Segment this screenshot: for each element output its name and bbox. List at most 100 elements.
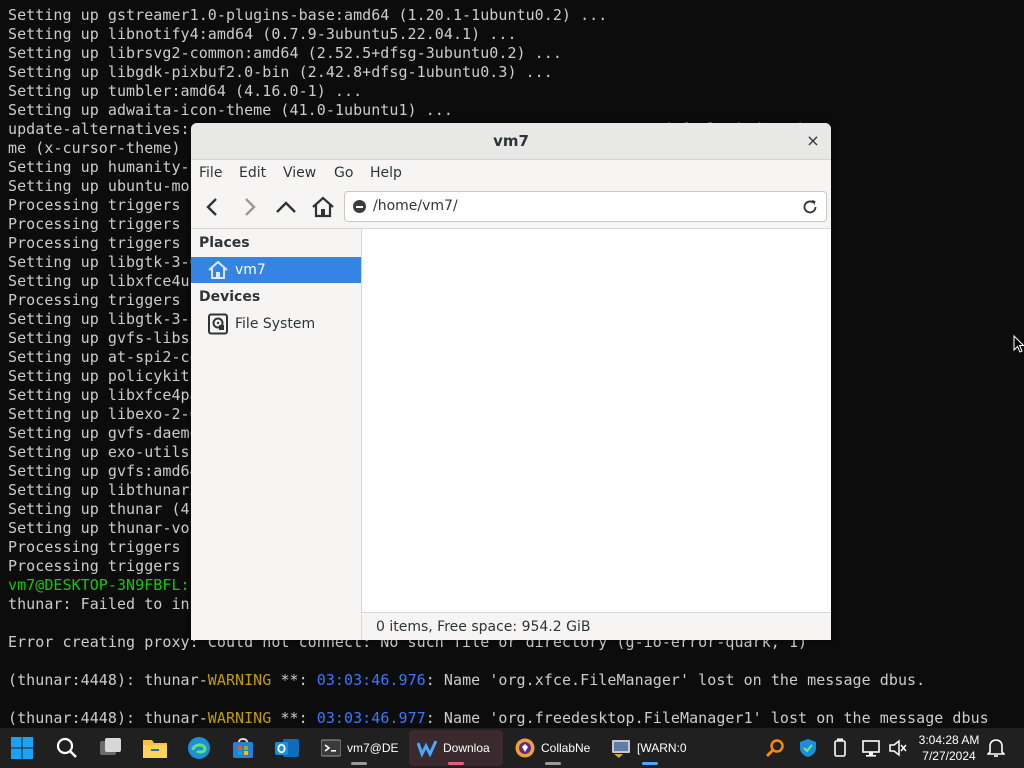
tray-volume[interactable]	[880, 732, 916, 764]
sidebar-item-file-system[interactable]: File System	[191, 311, 361, 337]
windsurf-icon	[417, 740, 437, 758]
running-indicator	[545, 762, 561, 765]
terminal-text: Setting up humanity-i	[8, 158, 199, 176]
taskbar-app-windsurf[interactable]: Downloa	[409, 730, 503, 766]
terminal-text: Setting up gstreamer1.0-plugins-base:amd…	[8, 6, 608, 24]
task-view-button[interactable]	[93, 732, 129, 764]
menu-edit[interactable]: Edit	[239, 160, 266, 186]
terminal-text: Processing triggers f	[8, 234, 199, 252]
sidebar: Places vm7 Devices File System	[191, 229, 362, 640]
terminal-text: Setting up gvfs:amd64	[8, 462, 199, 480]
outlook-icon	[275, 739, 299, 757]
terminal-line: Setting up thunar (4.	[8, 500, 199, 519]
notifications-button[interactable]	[980, 732, 1012, 764]
taskbar-app-label: Downloa	[443, 741, 490, 755]
task-view-icon	[100, 738, 121, 755]
tray-security[interactable]	[790, 732, 826, 764]
terminal-line: Setting up tumbler:amd64 (4.16.0-1) ...	[8, 82, 362, 101]
sidebar-item-label: File System	[235, 316, 316, 332]
terminal-text: Setting up gvfs-libs:	[8, 329, 199, 347]
terminal-text: Setting up libxfce4ui	[8, 272, 199, 290]
tray-search-app[interactable]	[757, 732, 793, 764]
terminal-text: **:	[271, 709, 317, 727]
terminal-text: Setting up adwaita-icon-theme (41.0-1ubu…	[8, 101, 453, 119]
taskbar: vm7@DE Downloa CollabNe [WARN:0 3:04:28 …	[0, 728, 1024, 768]
shield-icon	[800, 739, 816, 757]
terminal-icon	[321, 739, 341, 757]
terminal-line: me (x-cursor-theme) ...	[8, 139, 217, 158]
terminal-line: Setting up thunar-vol	[8, 519, 199, 538]
magnifier-orange-icon	[766, 739, 784, 757]
search-icon	[56, 737, 77, 758]
terminal-text: WARNING	[207, 709, 272, 727]
terminal-line: Setting up gstreamer1.0-plugins-base:amd…	[8, 6, 607, 25]
taskbar-app-label: CollabNe	[541, 741, 591, 755]
drive-icon	[208, 313, 228, 335]
mouse-cursor-icon	[1013, 335, 1024, 353]
file-manager-window: vm7 × File Edit View Go Help Places	[191, 123, 831, 640]
terminal-text: me (x-cursor-theme) ...	[8, 139, 217, 157]
sidebar-item-home[interactable]: vm7	[191, 257, 361, 283]
menu-help[interactable]: Help	[370, 160, 402, 186]
x11-app-icon	[612, 740, 630, 758]
outlook-button[interactable]	[269, 732, 305, 764]
taskbar-app-label: vm7@DE	[347, 741, 399, 755]
terminal-line: Setting up exo-utils	[8, 443, 199, 462]
clock-time: 3:04:28 AM	[918, 733, 980, 747]
forward-button[interactable]	[233, 190, 265, 224]
home-icon	[312, 196, 334, 218]
terminal-text: Processing triggers f	[8, 291, 199, 309]
window-title: vm7	[493, 132, 529, 150]
terminal-line: Setting up at-spi2-co	[8, 348, 199, 367]
parent-folder-button[interactable]	[270, 190, 302, 224]
terminal-text: Setting up libnotify4:amd64 (0.7.9-3ubun…	[8, 25, 517, 43]
terminal-line: Processing triggers f	[8, 538, 199, 557]
terminal-text: Setting up thunar (4.	[8, 500, 199, 518]
close-button[interactable]: ×	[803, 131, 823, 151]
menu-file[interactable]: File	[199, 160, 222, 186]
running-indicator	[351, 762, 367, 765]
terminal-text: Setting up ubuntu-mon	[8, 177, 199, 195]
terminal-text: Setting up at-spi2-co	[8, 348, 199, 366]
window-titlebar[interactable]: vm7 ×	[191, 123, 831, 160]
file-view[interactable]	[362, 229, 831, 612]
chevron-up-icon	[276, 201, 296, 213]
taskbar-clock[interactable]: 3:04:28 AM 7/27/2024	[912, 730, 986, 766]
home-button[interactable]	[307, 190, 339, 224]
menu-view[interactable]: View	[283, 160, 316, 186]
location-input[interactable]	[373, 192, 793, 221]
taskbar-app-terminal[interactable]: vm7@DE	[313, 730, 405, 766]
menu-go[interactable]: Go	[334, 160, 353, 186]
chevron-left-icon	[206, 198, 217, 216]
location-bar[interactable]	[344, 191, 827, 222]
terminal-text: Setting up tumbler:amd64 (4.16.0-1) ...	[8, 82, 363, 100]
taskbar-app-x11[interactable]: [WARN:0	[603, 730, 697, 766]
terminal-line: Setting up policykit-	[8, 367, 199, 386]
terminal-line: (thunar:4448): thunar-WARNING **: 03:03:…	[8, 709, 989, 728]
terminal-line: Setting up libgdk-pixbuf2.0-bin (2.42.8+…	[8, 63, 553, 82]
start-button[interactable]	[4, 732, 40, 764]
terminal-line: Setting up libnotify4:amd64 (0.7.9-3ubun…	[8, 25, 517, 44]
terminal-text: Setting up libxfce4pa	[8, 386, 199, 404]
terminal-line: (thunar:4448): thunar-WARNING **: 03:03:…	[8, 671, 925, 690]
terminal-scrollbar[interactable]	[1008, 0, 1024, 728]
terminal-line: Setting up ubuntu-mon	[8, 177, 199, 196]
store-button[interactable]	[225, 732, 261, 764]
sidebar-item-label: vm7	[235, 262, 266, 278]
terminal-text: Setting up exo-utils	[8, 443, 199, 461]
terminal-text: Setting up libgtk-3-0	[8, 253, 199, 271]
taskbar-app-browser[interactable]: CollabNe	[507, 730, 599, 766]
home-icon	[208, 260, 228, 279]
running-indicator	[642, 762, 658, 765]
edge-browser-button[interactable]	[181, 732, 217, 764]
reload-icon[interactable]	[801, 198, 819, 216]
status-text: 0 items, Free space: 954.2 GiB	[376, 619, 591, 635]
terminal-text: Processing triggers f	[8, 557, 199, 575]
back-button[interactable]	[197, 190, 229, 224]
network-icon	[862, 740, 880, 757]
terminal-line: Setting up libthunarx	[8, 481, 199, 500]
terminal-line: Setting up libgtk-3-b	[8, 310, 199, 329]
search-button[interactable]	[49, 732, 85, 764]
file-explorer-button[interactable]	[137, 732, 173, 764]
terminal-line: Processing triggers f	[8, 215, 199, 234]
